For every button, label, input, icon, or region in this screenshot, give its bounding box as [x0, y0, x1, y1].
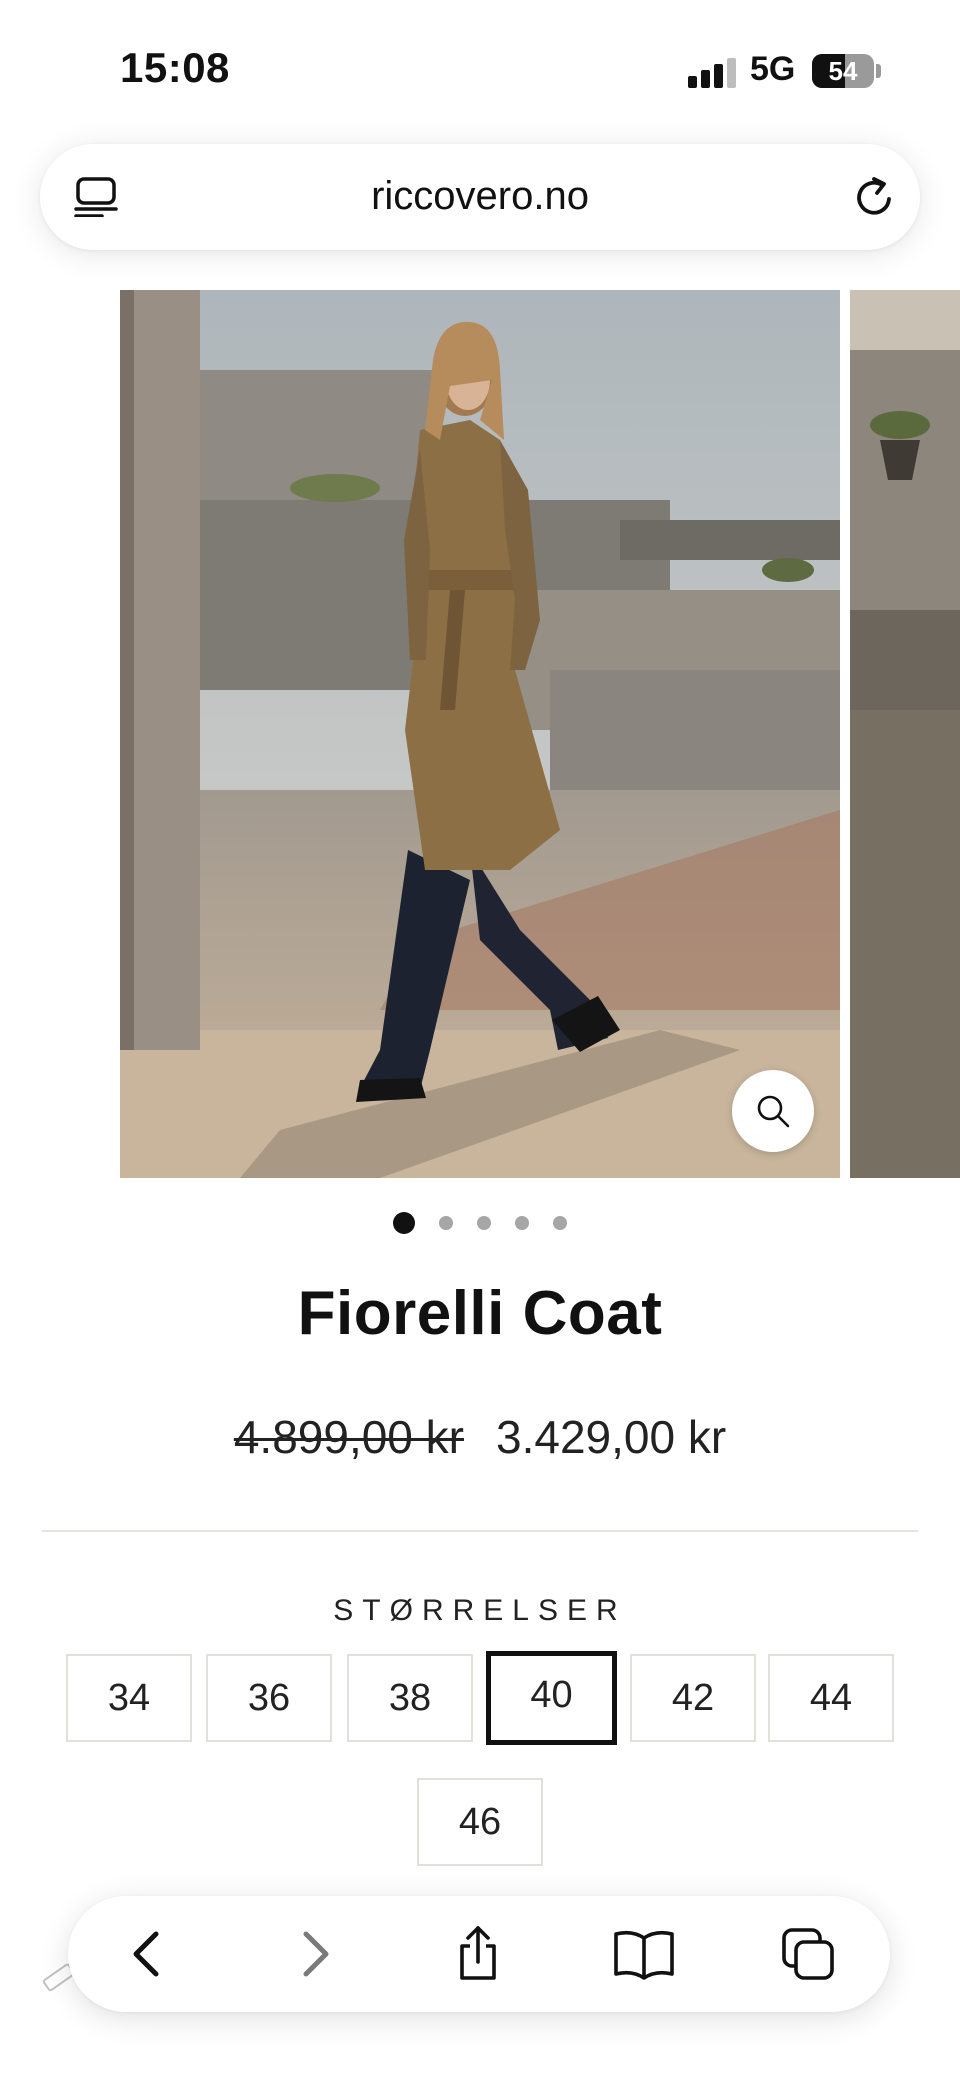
zoom-button[interactable]	[732, 1070, 814, 1152]
price-block: 4.899,00 kr 3.429,00 kr	[0, 1410, 960, 1464]
battery-percent: 54	[828, 56, 858, 86]
size-option-46[interactable]: 46	[417, 1778, 543, 1866]
size-option-38[interactable]: 38	[347, 1654, 473, 1742]
address-bar[interactable]: riccovero.no	[40, 144, 920, 250]
forward-icon[interactable]	[286, 1926, 342, 1982]
gallery-dot-2[interactable]	[439, 1216, 453, 1230]
gallery-dot-5[interactable]	[553, 1216, 567, 1230]
original-price: 4.899,00 kr	[233, 1411, 464, 1463]
sale-price: 3.429,00 kr	[496, 1411, 727, 1463]
browser-toolbar	[68, 1896, 890, 2012]
size-option-34[interactable]: 34	[66, 1654, 192, 1742]
product-image[interactable]	[120, 290, 840, 1178]
back-icon[interactable]	[120, 1926, 176, 1982]
product-title: Fiorelli Coat	[297, 1279, 663, 1348]
status-bar: 15:08 5G 54	[0, 0, 960, 140]
battery-tip	[876, 64, 881, 78]
gallery-dot-4[interactable]	[515, 1216, 529, 1230]
sizes-label: STØRRELSER	[333, 1594, 627, 1627]
reload-icon[interactable]	[852, 174, 898, 220]
size-option-42[interactable]: 42	[630, 1654, 756, 1742]
size-option-36[interactable]: 36	[206, 1654, 332, 1742]
gallery-dot-1[interactable]	[393, 1212, 415, 1234]
cellular-signal-icon	[688, 58, 738, 88]
status-time: 15:08	[120, 44, 230, 91]
network-type: 5G	[750, 50, 796, 88]
share-icon[interactable]	[450, 1926, 506, 1982]
battery-icon: 54	[812, 54, 874, 88]
gallery-pagination	[0, 1212, 960, 1234]
size-option-40[interactable]: 40	[486, 1651, 617, 1745]
divider	[42, 1530, 918, 1532]
next-product-photo	[850, 290, 960, 1178]
gallery-dot-3[interactable]	[477, 1216, 491, 1230]
magnifier-icon	[757, 1095, 790, 1128]
next-product-image[interactable]	[850, 290, 960, 1178]
product-photo	[120, 290, 840, 1178]
url-text[interactable]: riccovero.no	[40, 174, 920, 219]
size-option-44[interactable]: 44	[768, 1654, 894, 1742]
bookmarks-icon[interactable]	[612, 1926, 676, 1982]
tabs-icon[interactable]	[780, 1926, 836, 1982]
product-gallery[interactable]	[120, 290, 960, 1178]
